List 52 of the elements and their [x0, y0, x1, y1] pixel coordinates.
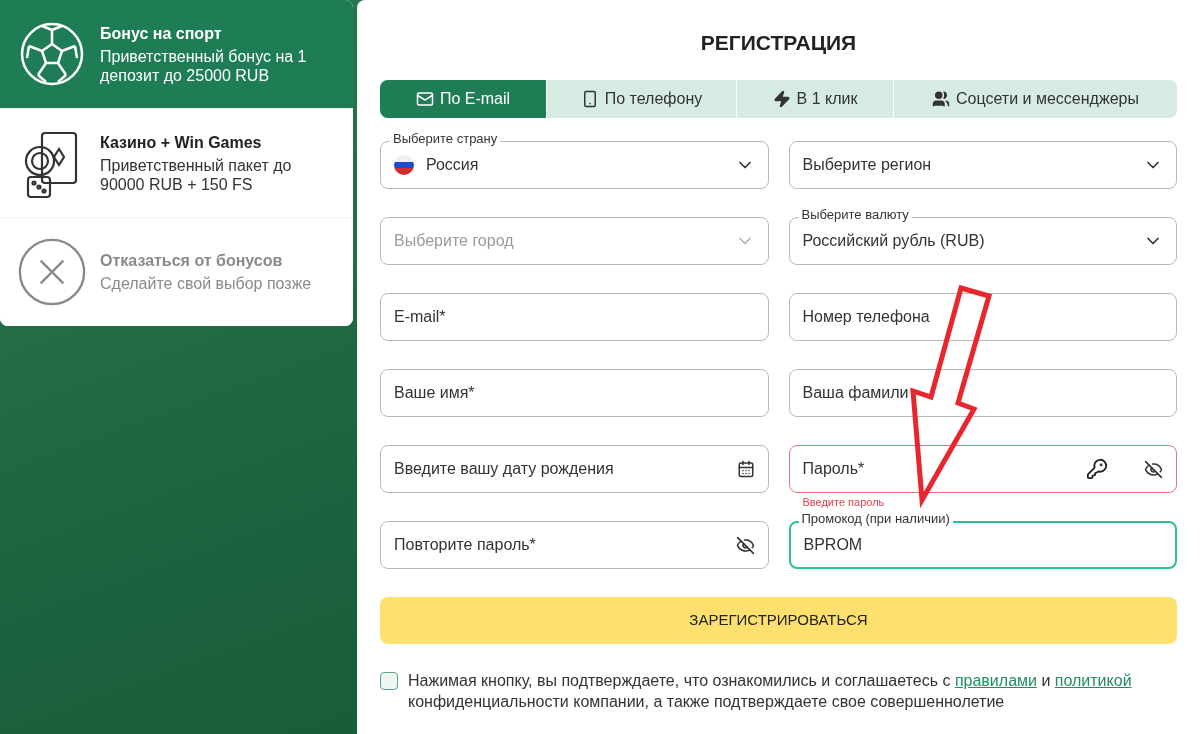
eye-off-icon[interactable] [735, 535, 755, 555]
input-field[interactable]: Номер телефона [788, 293, 1177, 341]
field-label: Выберите страну [390, 131, 501, 147]
field-value: Россия [426, 155, 480, 175]
field-placeholder: Номер телефона [802, 307, 931, 327]
calendar-icon[interactable] [736, 460, 755, 478]
consent-link[interactable]: правилами [954, 672, 1037, 689]
input-field[interactable]: Повторите пароль* [380, 521, 769, 569]
input-field[interactable]: Ваше имя* [380, 369, 769, 417]
lightning-icon [772, 90, 791, 108]
tab[interactable]: Соцсети и мессенджеры [893, 80, 1177, 118]
field-placeholder: E-mail* [394, 307, 447, 327]
tab[interactable]: По телефону [546, 80, 736, 118]
consent-link[interactable]: политикой [1054, 672, 1132, 689]
input-field[interactable]: E-mail* [380, 293, 769, 341]
russia-flag-icon [394, 155, 414, 175]
error-message: Введите пароль [801, 495, 886, 509]
users-icon [932, 90, 951, 108]
input-field[interactable]: Введите вашу дату рождения [380, 445, 769, 493]
consent-text: Нажимая кнопку, вы подтверждаете, что ознакомились и соглашаетесь с правилами и политикой конфиденциальности компании, а также подтверждаете свое совершеннолетие [408, 671, 1133, 712]
field-value: Российский рубль (RUB) [802, 231, 986, 251]
bonus-option[interactable]: Отказаться от бонусов Сделайте свой выбор позже [0, 217, 353, 326]
key-icon[interactable] [1086, 458, 1108, 480]
register-button[interactable]: ЗАРЕГИСТРИРОВАТЬСЯ [380, 597, 1177, 644]
tab[interactable]: В 1 клик [736, 80, 893, 118]
bonus-description: Сделайте свой выбор позже [100, 274, 312, 293]
field-placeholder: Введите вашу дату рождения [394, 459, 615, 479]
bonus-description: Приветственный пакет до 90000 RUB + 150 FS [100, 155, 293, 194]
bonus-description: Приветственный бонус на 1 депозит до 25000 RUB [100, 46, 308, 85]
mail-icon [415, 90, 434, 108]
bonus-title: Казино + Win Games [100, 132, 263, 153]
bonus-title: Отказаться от бонусов [100, 251, 284, 271]
bonus-title: Бонус на спорт [100, 23, 223, 44]
field-placeholder: Выберите регион [802, 155, 933, 175]
input-field[interactable]: Пароль* [788, 445, 1177, 493]
field-placeholder: Пароль* [802, 459, 866, 479]
bonus-option[interactable]: Бонус на спорт Приветственный бонус на 1 депозит до 25000 RUB [0, 0, 353, 108]
soccer-ball-icon [20, 22, 84, 86]
field-label: Выберите валюту [798, 207, 912, 223]
field-value: BPROM [803, 535, 864, 555]
tab[interactable]: По E-mail [380, 80, 546, 118]
field-label: Промокод (при наличии) [798, 511, 953, 527]
form-title: РЕГИСТРАЦИЯ [699, 30, 858, 56]
field-placeholder: Выберите город [394, 231, 515, 251]
field-placeholder: Повторите пароль* [394, 535, 537, 555]
field-placeholder: Ваша фамили [802, 383, 910, 403]
eye-off-icon[interactable] [1144, 459, 1163, 479]
close-circle-icon [18, 236, 86, 308]
checkbox[interactable] [380, 672, 398, 690]
field-placeholder: Ваше имя* [394, 383, 476, 403]
input-field[interactable]: Ваша фамили [788, 369, 1177, 417]
select-field[interactable]: Выберите регион [788, 141, 1177, 189]
